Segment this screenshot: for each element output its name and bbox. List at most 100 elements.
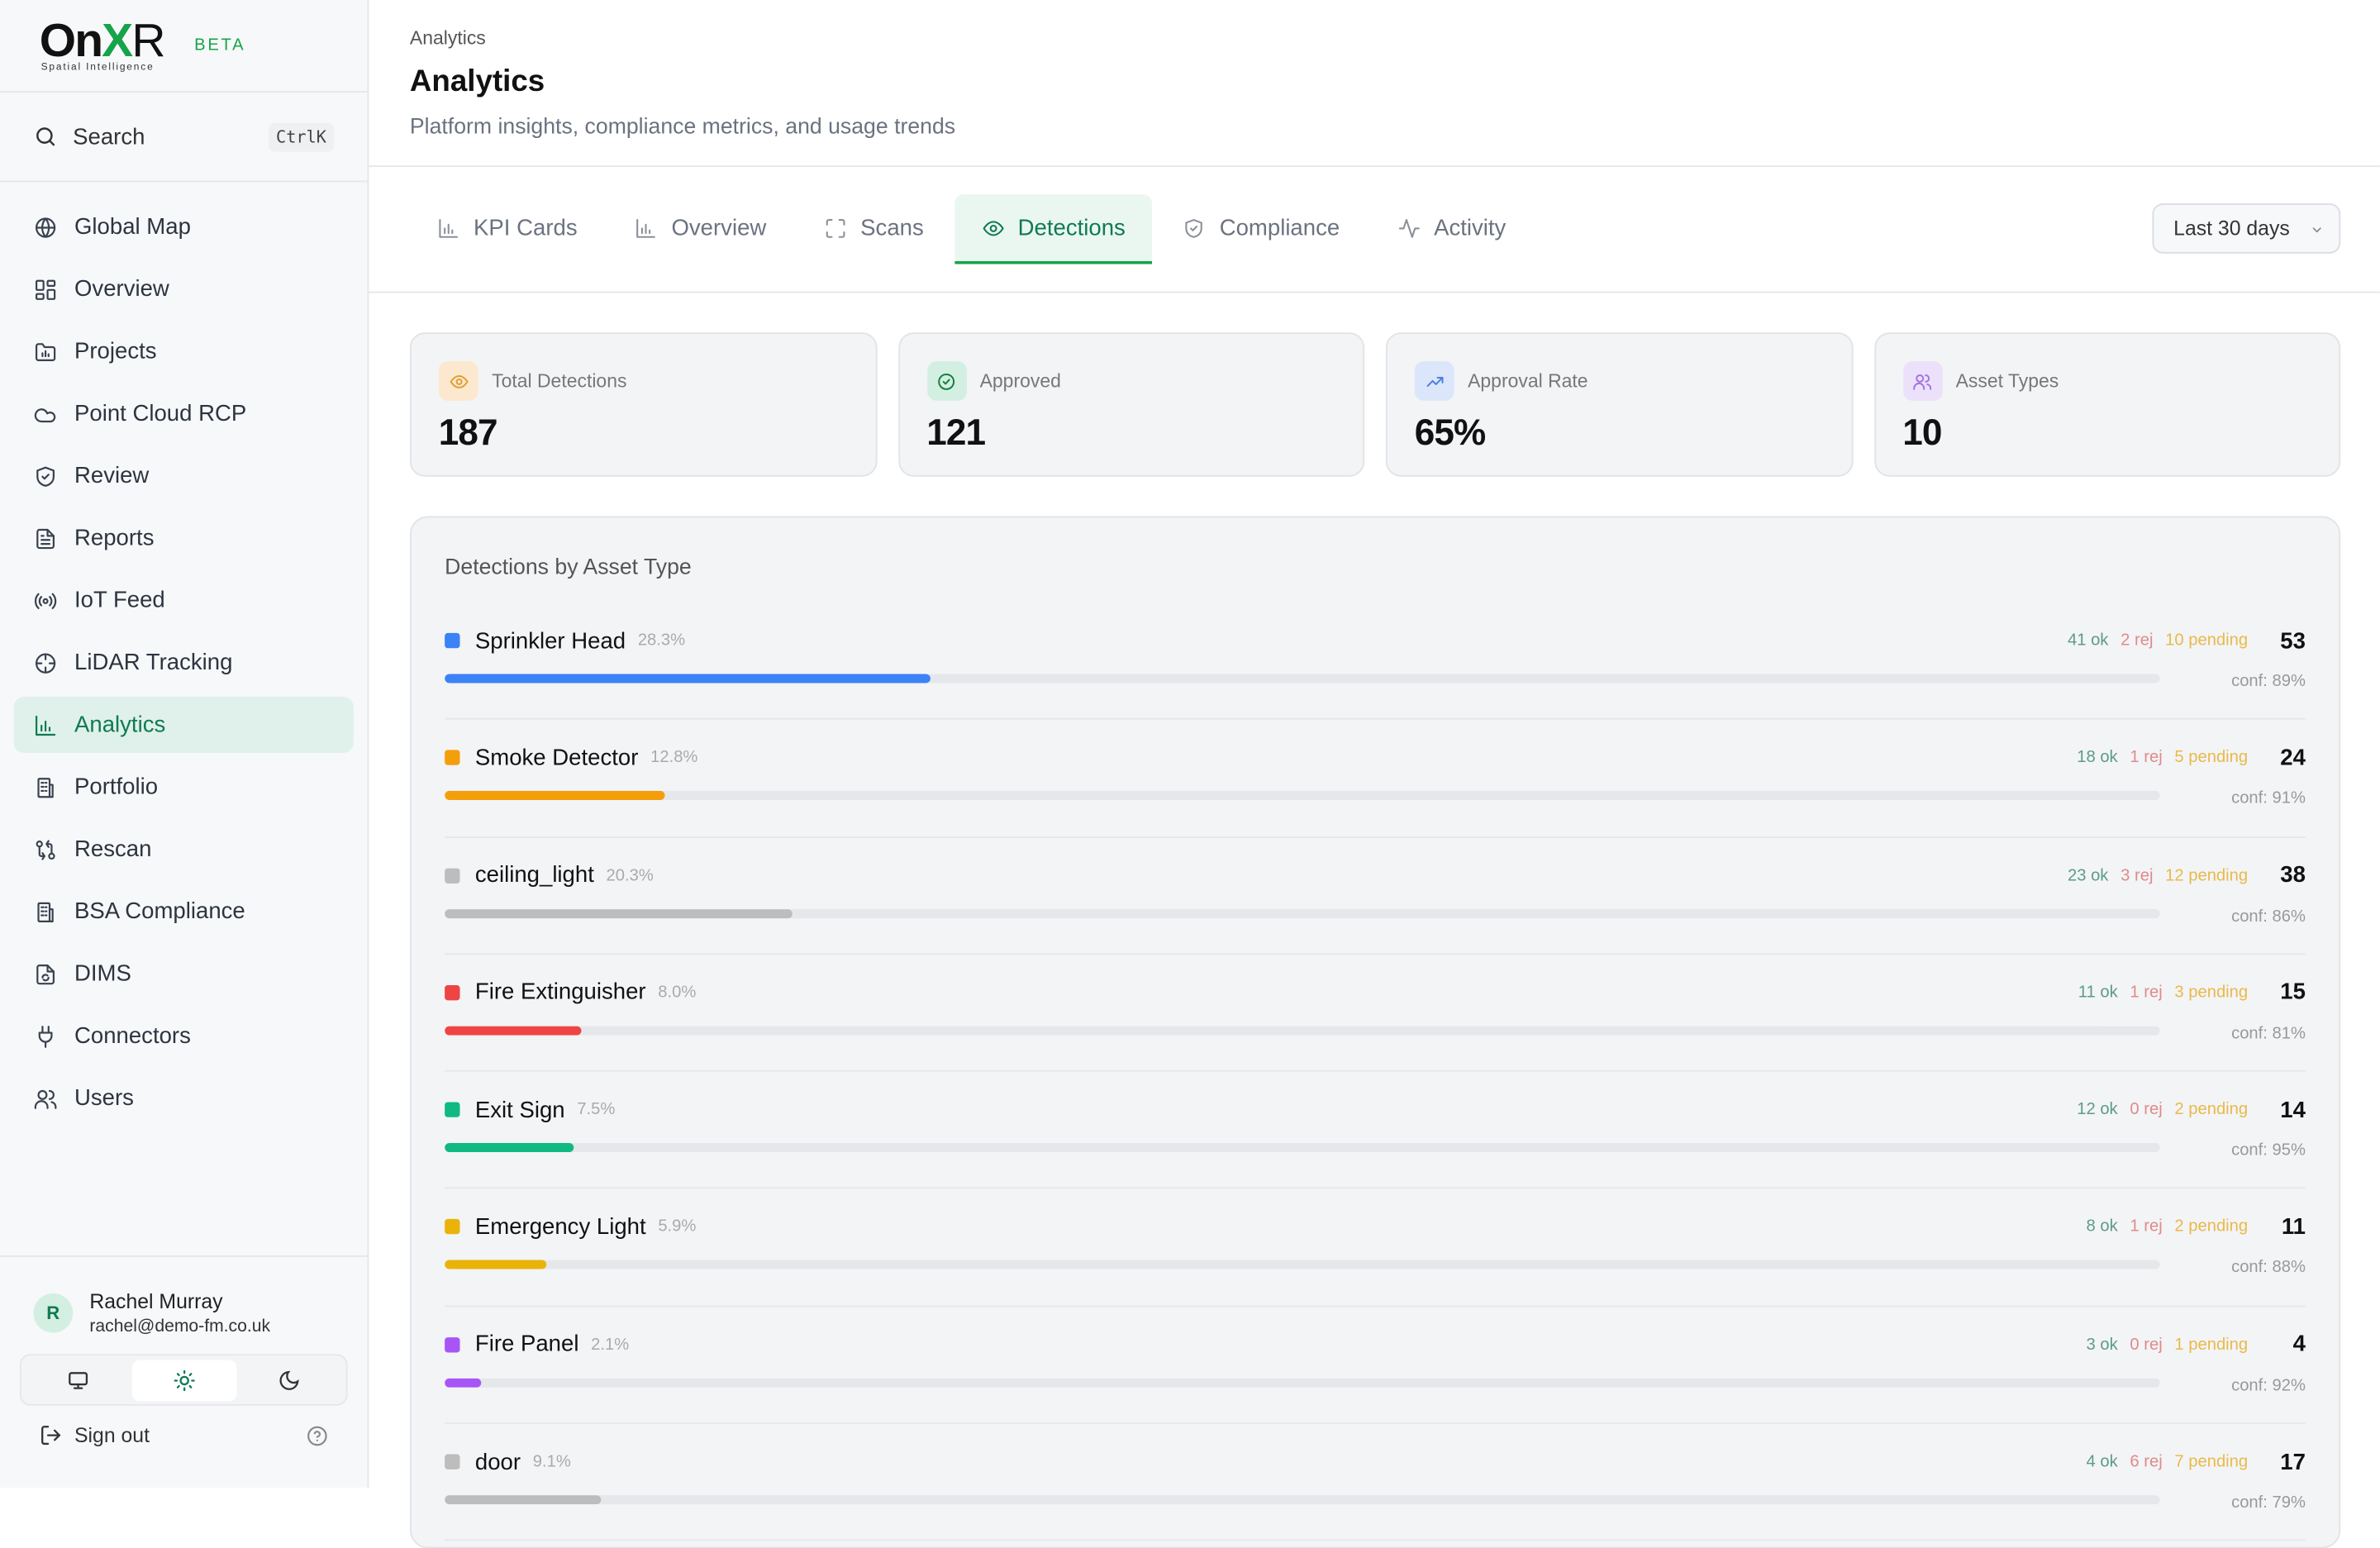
page-subtitle: Platform insights, compliance metrics, a…	[409, 115, 956, 140]
kpi-label: Asset Types	[1955, 370, 2059, 392]
progress-fill	[445, 1495, 602, 1505]
kpi-label: Approval Rate	[1468, 370, 1588, 392]
tab-label: Compliance	[1219, 215, 1340, 242]
sidebar-item-label: BSA Compliance	[74, 898, 245, 925]
sidebar-item-projects[interactable]: Projects	[14, 323, 354, 379]
asset-percent: 5.9%	[658, 1217, 697, 1236]
sidebar-item-users[interactable]: Users	[14, 1070, 354, 1126]
sidebar-item-label: Global Map	[74, 213, 191, 241]
progress-track	[445, 1143, 2160, 1153]
breadcrumb[interactable]: Analytics	[410, 0, 2380, 49]
theme-light-button[interactable]	[131, 1359, 236, 1401]
tab-compliance[interactable]: Compliance	[1156, 194, 1368, 263]
sidebar-item-reports[interactable]: Reports	[14, 510, 354, 566]
scan-icon	[826, 219, 845, 238]
tab-label: Activity	[1434, 215, 1507, 242]
total-count: 14	[2280, 1097, 2306, 1123]
beta-badge: BETA	[194, 36, 246, 55]
sidebar-item-label: Connectors	[74, 1022, 191, 1050]
search-label: Search	[73, 123, 145, 150]
asset-name: door	[474, 1449, 521, 1475]
tab-activity[interactable]: Activity	[1370, 194, 1533, 263]
sidebar-item-label: Portfolio	[74, 774, 159, 800]
sun-icon	[173, 1369, 194, 1391]
sidebar-item-rescan[interactable]: Rescan	[14, 822, 354, 878]
pending-count: 5 pending	[2174, 749, 2249, 768]
progress-fill	[445, 1260, 546, 1270]
list-item: Exit Sign 7.5% 12 ok 0 rej 2 pending 14 conf: …	[445, 1072, 2306, 1190]
sidebar-item-lidar[interactable]: LiDAR Tracking	[14, 635, 354, 691]
theme-dark-button[interactable]	[237, 1360, 342, 1401]
confidence: conf: 91%	[2231, 789, 2306, 808]
sidebar-footer: R Rachel Murray rachel@demo-fm.co.uk Sig…	[0, 1255, 368, 1488]
sidebar-item-iot-feed[interactable]: IoT Feed	[14, 572, 354, 628]
total-count: 17	[2280, 1449, 2306, 1475]
bar-chart-icon	[636, 219, 656, 238]
pending-count: 12 pending	[2165, 866, 2249, 885]
search-icon	[36, 127, 55, 146]
tab-label: Overview	[671, 215, 767, 242]
asset-name: Emergency Light	[474, 1214, 646, 1241]
plug-icon	[38, 1025, 53, 1047]
sign-out-label: Sign out	[74, 1423, 150, 1447]
user-profile[interactable]: R Rachel Murray rachel@demo-fm.co.uk	[0, 1257, 367, 1336]
rejected-count: 2 rej	[2121, 631, 2154, 650]
pending-count: 2 pending	[2174, 1217, 2249, 1236]
help-icon[interactable]	[307, 1425, 328, 1446]
progress-track	[445, 1378, 2160, 1388]
progress-fill	[445, 1143, 574, 1153]
kpi-card-approved: Approved 121	[897, 332, 1365, 477]
kpi-card-approval-rate: Approval Rate 65%	[1385, 332, 1853, 477]
progress-track	[445, 1495, 2160, 1505]
list-item: door 9.1% 4 ok 6 rej 7 pending 17 conf: 79%	[445, 1424, 2306, 1541]
asset-percent: 2.1%	[591, 1335, 630, 1354]
tab-kpi-cards[interactable]: KPI Cards	[410, 194, 605, 263]
theme-system-button[interactable]	[26, 1360, 131, 1401]
kpi-value: 65%	[1414, 412, 1486, 455]
sidebar-item-label: Review	[74, 463, 150, 489]
sidebar-item-dims[interactable]: DIMS	[14, 945, 354, 1002]
sidebar-item-point-cloud[interactable]: Point Cloud RCP	[14, 386, 354, 442]
sidebar-item-label: Projects	[74, 338, 157, 364]
asset-name: Exit Sign	[474, 1097, 565, 1123]
logo-tagline: Spatial Intelligence	[40, 62, 155, 74]
sidebar-item-portfolio[interactable]: Portfolio	[14, 759, 354, 815]
trending-up-icon	[1426, 376, 1443, 386]
date-range-value: Last 30 days	[2173, 217, 2290, 241]
sidebar-item-analytics[interactable]: Analytics	[13, 697, 354, 754]
pending-count: 1 pending	[2174, 1335, 2249, 1354]
tab-label: Detections	[1017, 214, 1126, 241]
sidebar-item-connectors[interactable]: Connectors	[14, 1008, 354, 1065]
sidebar-item-bsa[interactable]: BSA Compliance	[14, 884, 354, 940]
date-range-select[interactable]: Last 30 days	[2152, 203, 2341, 254]
tab-overview[interactable]: Overview	[607, 194, 793, 263]
users-icon	[34, 1088, 57, 1108]
building-icon	[37, 901, 54, 922]
approved-count: 12 ok	[2077, 1100, 2118, 1119]
sidebar: OnXR Spatial Intelligence BETA Search Ct…	[0, 0, 369, 1488]
moon-icon	[279, 1369, 299, 1389]
asset-percent: 20.3%	[606, 866, 654, 885]
rejected-count: 1 rej	[2130, 983, 2163, 1003]
logo-main: On	[39, 13, 103, 67]
logo[interactable]: OnXR Spatial Intelligence	[40, 17, 174, 74]
sidebar-item-review[interactable]: Review	[14, 448, 354, 504]
kpi-card-asset-types: Asset Types 10	[1873, 332, 2341, 477]
log-out-icon	[41, 1426, 61, 1446]
approved-count: 8 ok	[2086, 1217, 2118, 1236]
eye-icon	[449, 374, 468, 388]
pending-count: 7 pending	[2174, 1452, 2249, 1471]
total-count: 24	[2280, 745, 2306, 771]
sidebar-item-overview[interactable]: Overview	[14, 261, 354, 317]
search-button[interactable]: Search CtrlK	[0, 93, 368, 183]
progress-fill	[445, 674, 931, 684]
tab-scans[interactable]: Scans	[797, 194, 951, 263]
kpi-label: Total Detections	[492, 370, 627, 392]
sidebar-item-global-map[interactable]: Global Map	[14, 199, 354, 255]
tab-detections[interactable]: Detections	[954, 194, 1153, 264]
total-count: 38	[2280, 862, 2306, 888]
panel-title: Detections by Asset Type	[445, 555, 692, 580]
total-count: 15	[2280, 979, 2306, 1006]
sign-out-button[interactable]: Sign out	[0, 1406, 367, 1447]
kpi-card-total-detections: Total Detections 187	[409, 332, 877, 477]
